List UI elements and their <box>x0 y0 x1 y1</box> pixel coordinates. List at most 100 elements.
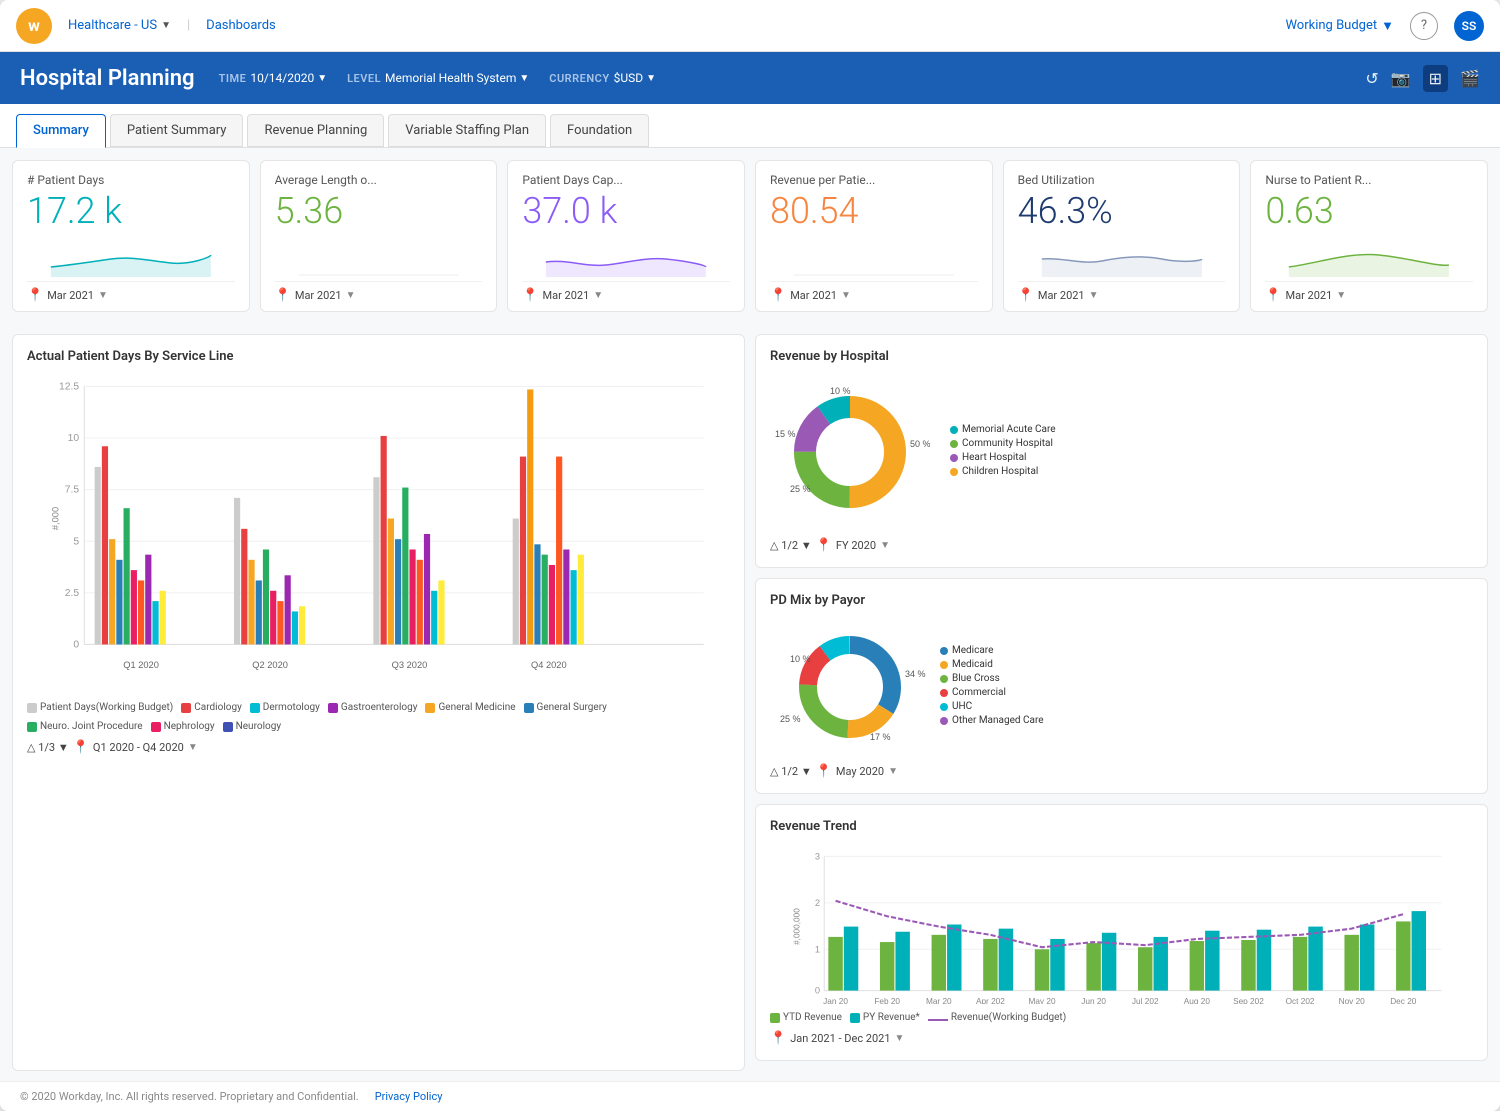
svg-text:34 %: 34 % <box>905 669 926 679</box>
svg-text:Q3 2020: Q3 2020 <box>392 660 428 670</box>
kpi-nurse-to-patient: Nurse to Patient R... 0.63 📍 Mar 2021 ▼ <box>1250 160 1488 312</box>
page-title: Hospital Planning <box>20 66 195 91</box>
privacy-policy-link[interactable]: Privacy Policy <box>375 1090 443 1103</box>
page-indicator: △ 1/2 ▼ <box>770 539 812 552</box>
video-button[interactable]: 🎬 <box>1460 69 1480 88</box>
svg-text:10 %: 10 % <box>830 386 851 396</box>
kpi-footer[interactable]: 📍 Mar 2021 ▼ <box>1018 281 1226 303</box>
svg-text:2: 2 <box>815 898 820 908</box>
kpi-title: Average Length o... <box>275 173 483 187</box>
svg-text:50 %: 50 % <box>910 439 930 449</box>
donut-legend: Memorial Acute Care Community Hospital H… <box>950 424 1056 480</box>
svg-text:3: 3 <box>815 851 820 861</box>
tab-foundation[interactable]: Foundation <box>550 114 649 147</box>
kpi-title: Nurse to Patient R... <box>1265 173 1473 187</box>
screenshot-button[interactable]: 📷 <box>1391 69 1411 88</box>
kpi-value: 17.2 k <box>27 193 235 229</box>
svg-text:#,000: #,000 <box>51 507 61 530</box>
svg-text:Oct 202: Oct 202 <box>1286 997 1315 1004</box>
donut-svg: 50 % 25 % 15 % 10 % <box>770 382 930 522</box>
pin-icon: 📍 <box>275 288 291 303</box>
kpi-title: Bed Utilization <box>1018 173 1226 187</box>
kpi-value: 0.63 <box>1265 193 1473 229</box>
tabs-bar: Summary Patient Summary Revenue Planning… <box>0 104 1500 148</box>
svg-text:25 %: 25 % <box>780 714 801 724</box>
chart-footer[interactable]: △ 1/3 ▼ 📍 Q1 2020 - Q4 2020 ▼ <box>27 732 730 755</box>
revenue-trend-chart: Revenue Trend 3 2 1 0 #,000,000 <box>755 804 1488 1061</box>
pin-icon: 📍 <box>770 1031 786 1046</box>
svg-text:Feb 20: Feb 20 <box>874 997 900 1004</box>
nav-dashboards[interactable]: Dashboards <box>206 18 276 33</box>
chevron-down-icon: ▼ <box>317 73 327 84</box>
svg-text:10: 10 <box>68 433 80 444</box>
chevron-down-icon: ▼ <box>346 290 356 301</box>
nav-healthcare[interactable]: Healthcare - US ▼ <box>68 18 171 33</box>
kpi-footer[interactable]: 📍 Mar 2021 ▼ <box>522 281 730 303</box>
svg-text:17 %: 17 % <box>870 732 891 742</box>
level-value[interactable]: Memorial Health System ▼ <box>385 71 529 85</box>
kpi-title: Revenue per Patie... <box>770 173 978 187</box>
chevron-down-icon: ▼ <box>646 73 656 84</box>
svg-text:2.5: 2.5 <box>65 588 80 599</box>
svg-text:5: 5 <box>73 536 79 547</box>
svg-text:Nov 20: Nov 20 <box>1339 997 1366 1004</box>
pin-icon: 📍 <box>522 288 538 303</box>
currency-value[interactable]: $USD ▼ <box>614 71 656 85</box>
chart-footer[interactable]: △ 1/2 ▼ 📍 May 2020 ▼ <box>770 756 1473 779</box>
kpi-avg-length: Average Length o... 5.36 📍 Mar 2021 ▼ <box>260 160 498 312</box>
time-value[interactable]: 10/14/2020 ▼ <box>250 71 327 85</box>
revenue-trend-legend: YTD Revenue PY Revenue* Revenue(Working … <box>770 1012 1473 1023</box>
chart-footer[interactable]: 📍 Jan 2021 - Dec 2021 ▼ <box>770 1023 1473 1046</box>
kpi-revenue-per-patient: Revenue per Patie... 80.54 📍 Mar 2021 ▼ <box>755 160 993 312</box>
bar-chart-svg: 12.5 10 7.5 5 2.5 0 #,000 <box>27 374 730 694</box>
kpi-row: # Patient Days 17.2 k 📍 Mar 2021 ▼ Avera… <box>0 148 1500 324</box>
kpi-footer[interactable]: 📍 Mar 2021 ▼ <box>1265 281 1473 303</box>
kpi-patient-days-cap: Patient Days Cap... 37.0 k 📍 Mar 2021 ▼ <box>507 160 745 312</box>
chevron-down-icon: ▼ <box>880 540 890 551</box>
chevron-down-icon: ▼ <box>519 73 529 84</box>
pin-icon: 📍 <box>73 740 89 755</box>
svg-text:Jun 20: Jun 20 <box>1081 997 1106 1004</box>
svg-text:Q1 2020: Q1 2020 <box>123 660 159 670</box>
svg-text:Sep 202: Sep 202 <box>1233 997 1264 1004</box>
tab-revenue-planning[interactable]: Revenue Planning <box>247 114 384 147</box>
chart-title: Revenue by Hospital <box>770 349 1473 364</box>
help-button[interactable]: ? <box>1410 12 1438 40</box>
revenue-trend-svg: 3 2 1 0 #,000,000 <box>770 844 1473 1004</box>
pin-icon: 📍 <box>27 288 43 303</box>
svg-text:Dec 20: Dec 20 <box>1390 997 1417 1004</box>
working-budget-selector[interactable]: Working Budget ▼ <box>1285 18 1394 34</box>
user-avatar[interactable]: SS <box>1454 11 1484 41</box>
svg-text:Q4 2020: Q4 2020 <box>531 660 567 670</box>
payor-donut-svg: 34 % 17 % 25 % 10 % <box>770 622 930 752</box>
kpi-footer[interactable]: 📍 Mar 2021 ▼ <box>27 281 235 303</box>
chevron-down-icon: ▼ <box>1089 290 1099 301</box>
chart-title: PD Mix by Payor <box>770 593 1473 608</box>
chevron-down-icon: ▼ <box>888 766 898 777</box>
svg-text:0: 0 <box>73 640 79 651</box>
kpi-title: # Patient Days <box>27 173 235 187</box>
svg-text:1: 1 <box>815 944 820 954</box>
kpi-footer[interactable]: 📍 Mar 2021 ▼ <box>770 281 978 303</box>
currency-label: CURRENCY <box>549 72 609 85</box>
bar-chart-legend: Patient Days(Working Budget) Cardiology … <box>27 702 730 732</box>
tab-summary[interactable]: Summary <box>16 114 106 148</box>
kpi-patient-days: # Patient Days 17.2 k 📍 Mar 2021 ▼ <box>12 160 250 312</box>
grid-view-button[interactable]: ⊞ <box>1423 65 1448 92</box>
pin-icon: 📍 <box>1018 288 1034 303</box>
kpi-value: 37.0 k <box>522 193 730 229</box>
refresh-button[interactable]: ↺ <box>1365 69 1378 88</box>
svg-text:#,000,000: #,000,000 <box>792 908 801 945</box>
svg-text:10 %: 10 % <box>790 654 811 664</box>
pd-mix-chart: PD Mix by Payor 34 % 17 % <box>755 578 1488 794</box>
chevron-down-icon: ▼ <box>161 20 171 31</box>
tab-patient-summary[interactable]: Patient Summary <box>110 114 244 147</box>
tab-variable-staffing[interactable]: Variable Staffing Plan <box>388 114 546 147</box>
svg-text:Q2 2020: Q2 2020 <box>252 660 288 670</box>
kpi-footer[interactable]: 📍 Mar 2021 ▼ <box>275 281 483 303</box>
pin-icon: 📍 <box>816 538 832 553</box>
chart-footer[interactable]: △ 1/2 ▼ 📍 FY 2020 ▼ <box>770 530 1473 553</box>
level-label: LEVEL <box>347 72 381 85</box>
pin-icon: 📍 <box>770 288 786 303</box>
svg-text:15 %: 15 % <box>775 429 796 439</box>
